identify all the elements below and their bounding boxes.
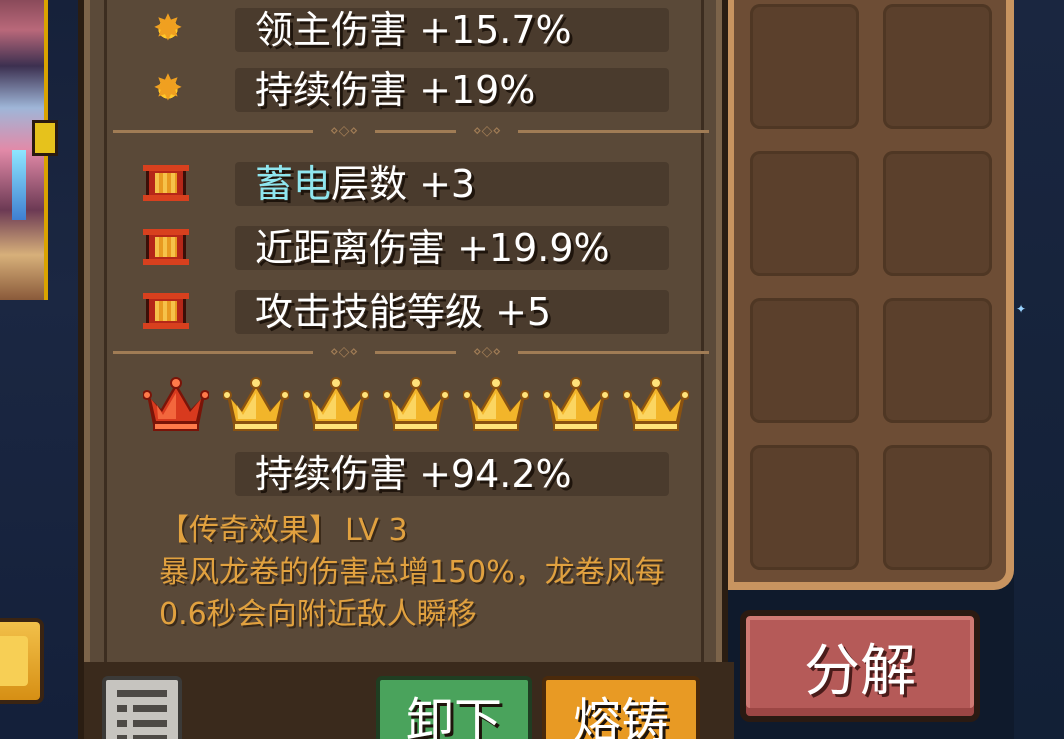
background-right [1014,0,1064,739]
inventory-slot[interactable] [750,445,859,570]
stat-text: 近距离伤害 +19.9% [255,226,610,270]
inventory-slot[interactable] [883,298,992,423]
scroll-icon [143,224,189,270]
forge-button[interactable]: 熔铸 [542,676,700,739]
crown-rating [143,375,703,439]
stat-text: 持续伤害 +19% [255,68,536,112]
gold-item-icon[interactable] [0,618,44,704]
stat-text: 攻击技能等级 +5 [255,290,552,334]
crown-gold-icon [623,375,689,437]
sparkle-icon: ✦ [1016,302,1027,316]
scroll-icon [143,160,189,206]
inventory-panel [728,0,1014,590]
inventory-slot[interactable] [883,445,992,570]
legend-title-line: 【传奇效果】 LV 3 [159,510,679,552]
inventory-slot[interactable] [750,151,859,276]
sun-icon [145,6,191,52]
crown-gold-icon [383,375,449,437]
crown-bonus-text: 持续伤害 +94.2% [255,452,572,496]
inventory-slot[interactable] [750,4,859,129]
sun-icon [145,66,191,112]
item-detail-panel: 领主伤害 +15.7% 持续伤害 +19% ⋄◇⋄ ⋄◇⋄ 蓄电层数 +3 近距… [78,0,734,739]
legend-effect: 【传奇效果】 LV 3 暴风龙卷的伤害总增150%，龙卷风每0.6秒会向附近敌人瞬… [159,510,679,636]
stat-text: 领主伤害 +15.7% [255,8,572,52]
stat-text-rest: 层数 +3 [331,162,476,206]
inventory-slot[interactable] [883,151,992,276]
scroll-icon [143,288,189,334]
crown-gold-icon [223,375,289,437]
list-menu-button[interactable] [102,676,182,739]
inventory-slot[interactable] [750,298,859,423]
section-divider: ⋄◇⋄ ⋄◇⋄ [113,344,709,360]
stat-row: 蓄电层数 +3 [107,162,707,206]
inventory-slot[interactable] [883,4,992,129]
list-icon [117,690,167,739]
stat-row: 持续伤害 +19% [107,68,707,112]
legend-title: 【传奇效果】 [159,513,339,548]
section-divider: ⋄◇⋄ ⋄◇⋄ [113,123,709,139]
crown-bonus-row: 持续伤害 +94.2% [107,452,707,496]
stat-row: 近距离伤害 +19.9% [107,226,707,270]
decompose-button[interactable]: 分解 [740,610,980,722]
crown-gold-icon [543,375,609,437]
character-sprite[interactable] [0,0,58,300]
stat-highlight: 蓄电 [255,162,332,206]
stat-row: 领主伤害 +15.7% [107,8,707,52]
crown-red-icon [143,375,209,437]
inventory-grid [740,0,1002,580]
stats-area: 领主伤害 +15.7% 持续伤害 +19% ⋄◇⋄ ⋄◇⋄ 蓄电层数 +3 近距… [104,0,709,662]
gem-icon [12,150,26,220]
stat-row: 攻击技能等级 +5 [107,290,707,334]
legend-level: LV 3 [345,513,408,548]
stat-text: 蓄电层数 +3 [255,162,475,206]
crown-gold-icon [303,375,369,437]
unload-button[interactable]: 卸下 [376,676,532,739]
legend-description: 暴风龙卷的伤害总增150%，龙卷风每0.6秒会向附近敌人瞬移 [159,555,665,632]
crown-gold-icon [463,375,529,437]
